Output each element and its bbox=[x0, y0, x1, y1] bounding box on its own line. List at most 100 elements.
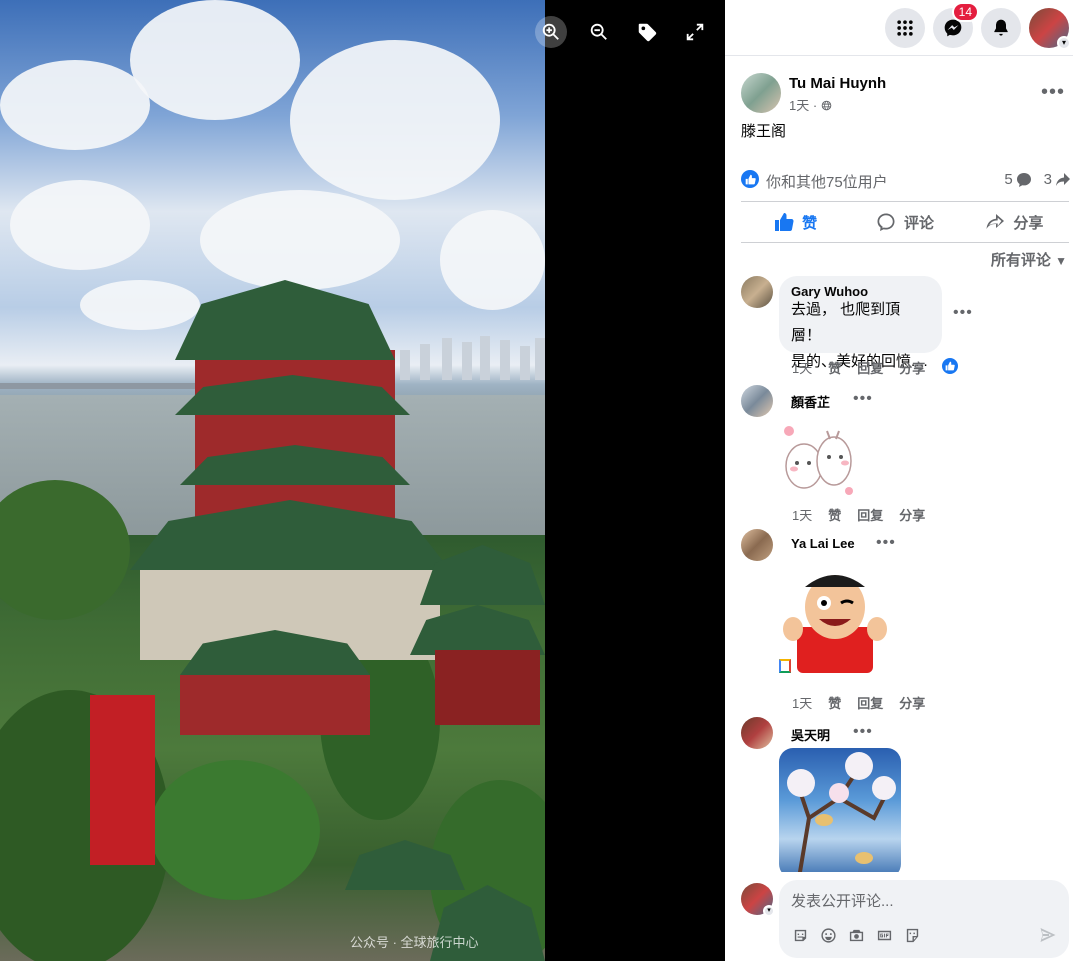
comment-bubble: Gary Wuhoo 去過， 也爬到頂層！ 是的、美好的回憶.... bbox=[779, 276, 942, 370]
viewer-toolbar bbox=[535, 16, 711, 48]
photo-cloud bbox=[0, 60, 150, 150]
commenter-avatar[interactable] bbox=[741, 276, 773, 308]
share-count-value: 3 bbox=[1043, 171, 1052, 188]
comment-reply-button[interactable]: 回复 bbox=[857, 358, 883, 377]
comment-label: 评论 bbox=[903, 214, 934, 232]
sticker-icon[interactable] bbox=[903, 926, 921, 944]
grid-menu-icon[interactable] bbox=[885, 8, 925, 48]
comment-options-icon[interactable]: ••• bbox=[953, 304, 973, 322]
comment-item: Ya Lai Lee ••• 1天 赞 回复 分享 bbox=[741, 529, 1071, 715]
like-button[interactable]: 赞 bbox=[741, 202, 850, 242]
reactions-text: 你和其他75位用户 bbox=[766, 174, 888, 191]
comment-meta: 1天 赞 回复 分享 bbox=[792, 358, 925, 377]
post-actions: 赞 评论 分享 bbox=[741, 201, 1069, 243]
share-count[interactable]: 3 bbox=[1044, 171, 1071, 188]
comment-meta: 1天 赞 回复 分享 bbox=[792, 693, 925, 712]
commenter-avatar[interactable] bbox=[741, 529, 773, 561]
comment-count-value: 5 bbox=[1004, 171, 1013, 188]
comment-button[interactable]: 评论 bbox=[850, 202, 959, 242]
engagement-counts: 5 3 bbox=[1004, 171, 1071, 188]
photo-cloud bbox=[10, 180, 150, 270]
photo-watermark: 公众号 · 全球旅行中心 bbox=[350, 935, 479, 950]
like-label: 赞 bbox=[802, 214, 818, 232]
top-bar: 14 ▾ bbox=[725, 0, 1073, 56]
comment-share-button[interactable]: 分享 bbox=[899, 505, 925, 524]
city-skyline bbox=[380, 335, 545, 380]
commenter-name[interactable]: 顏香芷 bbox=[791, 392, 830, 411]
my-avatar[interactable]: ▾ bbox=[741, 883, 775, 917]
post-time[interactable]: 1天 · bbox=[789, 98, 821, 113]
comment-input[interactable]: 发表公开评论... bbox=[779, 880, 1069, 958]
comment-options-icon[interactable]: ••• bbox=[853, 723, 873, 741]
thumbs-up-icon bbox=[775, 213, 794, 232]
comment-like-button[interactable]: 赞 bbox=[828, 505, 841, 524]
caret-down-icon: ▼ bbox=[1055, 254, 1067, 268]
comment-item: 吳天明 ••• bbox=[741, 717, 1071, 872]
side-pavilion-body bbox=[435, 650, 540, 725]
emoji-icon[interactable] bbox=[819, 926, 837, 944]
comment-reply-button[interactable]: 回复 bbox=[857, 693, 883, 712]
comment-placeholder: 发表公开评论... bbox=[791, 893, 894, 910]
messenger-icon[interactable]: 14 bbox=[933, 2, 979, 48]
post-photo[interactable]: 公众号 · 全球旅行中心 bbox=[0, 0, 545, 961]
photo-viewer: 公众号 · 全球旅行中心 bbox=[0, 0, 725, 961]
like-reaction-icon bbox=[741, 170, 759, 188]
comment-image-birds[interactable] bbox=[779, 748, 901, 872]
commenter-avatar[interactable] bbox=[741, 385, 773, 417]
post-panel: 14 ▾ Tu Mai Huynh 1天 · ••• 滕王阁 你和其他75位用户… bbox=[725, 0, 1073, 961]
comment-sort-dropdown[interactable]: 所有评论 ▼ bbox=[991, 249, 1067, 270]
photo-cloud bbox=[290, 40, 500, 200]
reaction-summary[interactable]: 你和其他75位用户 5 3 bbox=[741, 168, 1071, 192]
comment-options-icon[interactable]: ••• bbox=[853, 390, 873, 408]
bell-icon[interactable] bbox=[981, 8, 1021, 48]
commenter-avatar[interactable] bbox=[741, 717, 773, 749]
zoom-in-icon[interactable] bbox=[535, 16, 567, 48]
photo-cloud bbox=[200, 190, 400, 290]
share-arrow-icon bbox=[1056, 172, 1070, 186]
commenter-name[interactable]: 吳天明 bbox=[791, 725, 830, 744]
author-avatar[interactable] bbox=[741, 73, 781, 113]
author-name[interactable]: Tu Mai Huynh bbox=[789, 75, 886, 92]
comment-like-button[interactable]: 赞 bbox=[828, 358, 841, 377]
camera-icon[interactable] bbox=[847, 926, 865, 944]
account-avatar[interactable]: ▾ bbox=[1029, 8, 1071, 50]
side-pavilion-roof bbox=[420, 545, 545, 605]
send-icon[interactable] bbox=[1039, 926, 1057, 949]
globe-icon bbox=[821, 100, 832, 111]
trees bbox=[150, 760, 320, 900]
zoom-out-icon[interactable] bbox=[583, 16, 615, 48]
comment-share-button[interactable]: 分享 bbox=[899, 693, 925, 712]
comment-count[interactable]: 5 bbox=[1004, 171, 1031, 188]
composer-toolbar bbox=[791, 926, 921, 944]
post-options-icon[interactable]: ••• bbox=[1041, 81, 1065, 104]
comment-item: Gary Wuhoo 去過， 也爬到頂層！ 是的、美好的回憶.... ••• 1… bbox=[741, 276, 1071, 376]
comment-time[interactable]: 1天 bbox=[792, 358, 812, 377]
share-label: 分享 bbox=[1013, 214, 1044, 232]
bridge bbox=[0, 383, 200, 389]
fullscreen-icon[interactable] bbox=[679, 16, 711, 48]
comment-meta: 1天 赞 回复 分享 bbox=[792, 505, 925, 524]
comment-icon bbox=[877, 213, 895, 231]
chevron-down-icon: ▾ bbox=[763, 905, 775, 917]
commenter-name[interactable]: Ya Lai Lee bbox=[791, 536, 855, 551]
post-header: Tu Mai Huynh 1天 · ••• bbox=[741, 73, 1064, 114]
comment-time[interactable]: 1天 bbox=[792, 693, 812, 712]
tag-icon[interactable] bbox=[631, 16, 663, 48]
comment-share-button[interactable]: 分享 bbox=[899, 358, 925, 377]
sticker-cats[interactable] bbox=[779, 421, 859, 501]
comment-reply-button[interactable]: 回复 bbox=[857, 505, 883, 524]
comment-like-reaction-icon[interactable] bbox=[941, 357, 959, 375]
comment-composer: ▾ 发表公开评论... bbox=[741, 880, 1073, 960]
sticker-source-icon bbox=[779, 659, 791, 673]
sticker-thumbs-up-character[interactable] bbox=[779, 567, 891, 673]
comment-options-icon[interactable]: ••• bbox=[876, 534, 896, 552]
comment-bubble-icon bbox=[1016, 172, 1031, 187]
gif-icon[interactable] bbox=[875, 926, 893, 944]
post-meta: 1天 · bbox=[789, 95, 832, 114]
avatar-sticker-icon[interactable] bbox=[791, 926, 809, 944]
comment-time[interactable]: 1天 bbox=[792, 505, 812, 524]
comment-sort-label: 所有评论 bbox=[990, 252, 1051, 269]
comment-like-button[interactable]: 赞 bbox=[828, 693, 841, 712]
photo-cloud bbox=[80, 280, 200, 330]
share-button[interactable]: 分享 bbox=[960, 202, 1069, 242]
